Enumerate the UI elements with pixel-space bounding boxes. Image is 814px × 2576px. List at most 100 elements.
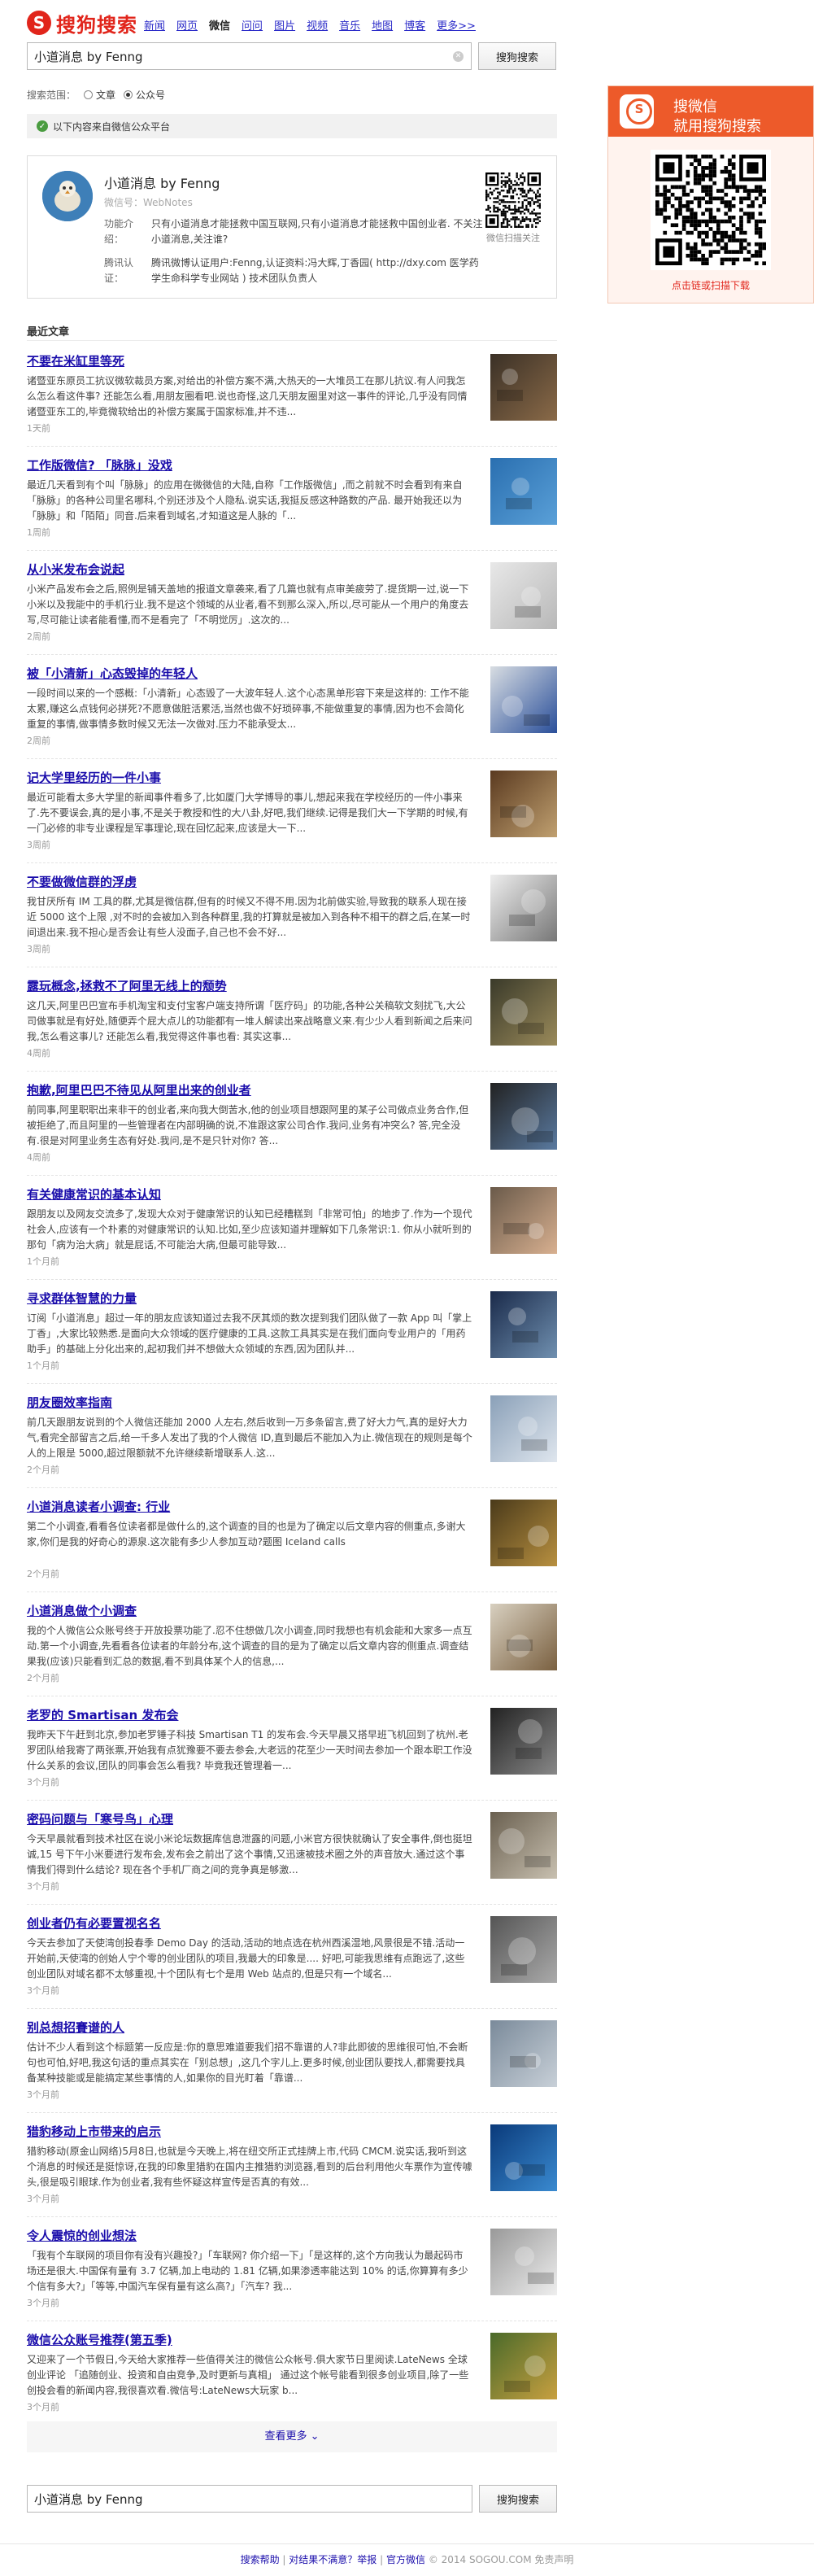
nav-item-1[interactable]: 网页 bbox=[176, 17, 198, 33]
promo-line1: 搜微信 bbox=[673, 98, 717, 116]
result-snippet: 我甘厌所有 IM 工具的群,尤其是微信群,但有的时候又不得不用.因为北前做实验,… bbox=[27, 896, 471, 938]
account-id: 微信号：WebNotes bbox=[104, 197, 193, 208]
account-name[interactable]: 小道消息 by Fenng bbox=[104, 172, 220, 192]
sogou-logo[interactable]: S 搜狗搜索 bbox=[27, 10, 137, 37]
scope-article-label: 文章 bbox=[96, 90, 116, 101]
result-thumbnail[interactable] bbox=[490, 562, 557, 629]
result-title-link[interactable]: 令人震惊的创业想法 bbox=[27, 2227, 466, 2244]
result-title-link[interactable]: 被「小清新」心态毁掉的年轻人 bbox=[27, 665, 466, 682]
result-title-link[interactable]: 猎豹移动上市带来的启示 bbox=[27, 2123, 466, 2140]
result-thumbnail[interactable] bbox=[490, 666, 557, 733]
result-thumbnail[interactable] bbox=[490, 1500, 557, 1566]
result-item: 小道消息做个小调查 我的个人微信公众账号终于开放投票功能了.忍不住想做几次小调查,… bbox=[27, 1592, 557, 1696]
result-item: 老罗的 Smartisan 发布会我昨天下午赶到北京,参加老罗锤子科技 Smar… bbox=[27, 1696, 557, 1801]
search-form-top: ✕ 搜狗搜索 bbox=[27, 42, 557, 70]
load-more-button[interactable]: 查看更多 ⌄ bbox=[27, 2421, 557, 2452]
result-title-link[interactable]: 微信公众账号推荐(第五季) bbox=[27, 2331, 466, 2348]
clear-icon[interactable]: ✕ bbox=[453, 51, 464, 62]
result-title-link[interactable]: 从小米发布会说起 bbox=[27, 561, 466, 578]
promo-caption[interactable]: 点击链或扫描下载 bbox=[608, 278, 813, 292]
result-title-link[interactable]: 小道消息做个小调查 bbox=[27, 1602, 466, 1619]
logo-text: 搜狗搜索 bbox=[56, 13, 137, 37]
result-item: 令人震惊的创业想法「我有个车联网的项目你有没有兴趣投?」「车联网? 你介绍一下」… bbox=[27, 2217, 557, 2321]
result-title-link[interactable]: 有关健康常识的基本认知 bbox=[27, 1185, 466, 1203]
sogou-app-icon bbox=[620, 94, 654, 129]
result-snippet: 诸暨亚东原员工抗议微软裁员方案,对给出的补偿方案不满,大热天的一大堆员工在那儿抗… bbox=[27, 375, 468, 417]
result-title-link[interactable]: 老罗的 Smartisan 发布会 bbox=[27, 1706, 466, 1723]
footer-feedback-link[interactable]: 对结果不满意？举报 bbox=[289, 2554, 377, 2565]
result-title-link[interactable]: 密码问题与「寒号鸟」心理 bbox=[27, 1810, 466, 1827]
result-thumbnail[interactable] bbox=[490, 1291, 557, 1358]
nav-item-9[interactable]: 更多>> bbox=[437, 17, 476, 33]
result-title-link[interactable]: 工作版微信? 「脉脉」没戏 bbox=[27, 456, 466, 474]
result-time: 1天前 bbox=[27, 423, 50, 434]
result-title-link[interactable]: 别总想招賽谱的人 bbox=[27, 2019, 466, 2036]
result-title-link[interactable]: 寻求群体智慧的力量 bbox=[27, 1290, 466, 1307]
download-promo[interactable]: 搜微信 就用搜狗搜索 点击链或扫描下载 bbox=[607, 85, 814, 303]
result-snippet: 订阅「小道消息」超过一年的朋友应该知道过去我不厌其烦的数次提到我们团队做了一款 … bbox=[27, 1312, 472, 1355]
divider bbox=[27, 340, 557, 341]
footer-help-link[interactable]: 搜索帮助 bbox=[241, 2554, 280, 2565]
scope-option-article[interactable]: 文章 bbox=[84, 88, 115, 102]
search-input-bottom[interactable] bbox=[28, 2486, 472, 2512]
result-thumbnail[interactable] bbox=[490, 1916, 557, 1983]
result-snippet: 「我有个车联网的项目你有没有兴趣投?」「车联网? 你介绍一下」「是这样的,这个方… bbox=[27, 2250, 468, 2292]
result-title-link[interactable]: 抱歉,阿里巴巴不待见从阿里出来的创业者 bbox=[27, 1081, 466, 1098]
nav-item-5[interactable]: 视频 bbox=[307, 17, 328, 33]
result-title-link[interactable]: 不要在米缸里等死 bbox=[27, 352, 466, 369]
result-title-link[interactable]: 不要做微信群的浮虏 bbox=[27, 873, 466, 890]
result-thumbnail[interactable] bbox=[490, 979, 557, 1046]
result-item: 露玩概念,拯救不了阿里无线上的颓势 这几天,阿里巴巴宣布手机淘宝和支付宝客户端支持… bbox=[27, 967, 557, 1072]
result-snippet: 跟朋友以及网友交流多了,发现大众对于健康常识的认知已经糟糕到「非常可怕」的地步了… bbox=[27, 1208, 472, 1251]
result-thumbnail[interactable] bbox=[490, 354, 557, 421]
wechat-icon: ✓ bbox=[37, 120, 48, 132]
account-card: 小道消息 by Fenng 微信号：WebNotes 功能介绍： 只有小道消息才… bbox=[27, 155, 557, 299]
result-snippet: 今天早晨就看到技术社区在说小米论坛数据库信息泄露的问题,小米官方很快就确认了安全… bbox=[27, 1833, 472, 1875]
result-thumbnail[interactable] bbox=[490, 771, 557, 837]
search-button-bottom[interactable]: 搜狗搜索 bbox=[479, 2485, 557, 2513]
nav-item-7[interactable]: 地图 bbox=[372, 17, 393, 33]
sogou-logo-icon: S bbox=[27, 11, 51, 35]
result-title-link[interactable]: 小道消息读者小调查: 行业 bbox=[27, 1498, 466, 1515]
nav-item-8[interactable]: 博客 bbox=[404, 17, 425, 33]
search-input[interactable] bbox=[28, 43, 471, 69]
footer-disclaimer[interactable]: 免责声明 bbox=[534, 2554, 573, 2565]
search-scope: 搜索范围： 文章 公众号 bbox=[27, 88, 165, 102]
nav-item-6[interactable]: 音乐 bbox=[339, 17, 360, 33]
radio-selected-icon bbox=[124, 90, 133, 99]
result-thumbnail[interactable] bbox=[490, 2229, 557, 2295]
scope-option-account[interactable]: 公众号 bbox=[124, 88, 165, 102]
result-thumbnail[interactable] bbox=[490, 1708, 557, 1775]
footer-copyright: © 2014 SOGOU.COM bbox=[428, 2554, 532, 2565]
result-thumbnail[interactable] bbox=[490, 1083, 557, 1150]
result-title-link[interactable]: 露玩概念,拯救不了阿里无线上的颓势 bbox=[27, 977, 466, 994]
result-thumbnail[interactable] bbox=[490, 1187, 557, 1254]
result-thumbnail[interactable] bbox=[490, 1604, 557, 1670]
result-title-link[interactable]: 记大学里经历的一件小事 bbox=[27, 769, 466, 786]
result-item: 密码问题与「寒号鸟」心理今天早晨就看到技术社区在说小米论坛数据库信息泄露的问题,… bbox=[27, 1801, 557, 1905]
nav-item-3[interactable]: 问问 bbox=[242, 17, 263, 33]
result-item: 别总想招賽谱的人 估计不少人看到这个标题第一反应是:你的意思难道要我们招不靠谱的人… bbox=[27, 2009, 557, 2113]
nav-item-0[interactable]: 新闻 bbox=[144, 17, 165, 33]
result-snippet: 前同事,阿里职职出来非干的创业者,来向我大倒苦水,他的创业项目想跟阿里的某子公司… bbox=[27, 1104, 469, 1146]
result-thumbnail[interactable] bbox=[490, 875, 557, 941]
load-more-label: 查看更多 bbox=[264, 2430, 307, 2443]
result-item: 有关健康常识的基本认知跟朋友以及网友交流多了,发现大众对于健康常识的认知已经糟糕… bbox=[27, 1176, 557, 1280]
result-thumbnail[interactable] bbox=[490, 2333, 557, 2399]
result-time: 2个月前 bbox=[27, 1673, 59, 1683]
result-item: 记大学里经历的一件小事 最近可能看太多大学里的新闻事件看多了,比如厦门大学博导的事… bbox=[27, 759, 557, 863]
result-thumbnail[interactable] bbox=[490, 1812, 557, 1879]
footer-official-link[interactable]: 官方微信 bbox=[386, 2554, 425, 2565]
result-thumbnail[interactable] bbox=[490, 1395, 557, 1462]
search-button[interactable]: 搜狗搜索 bbox=[478, 42, 556, 70]
result-thumbnail[interactable] bbox=[490, 2020, 557, 2087]
account-avatar[interactable] bbox=[42, 171, 93, 221]
result-title-link[interactable]: 朋友圈效率指南 bbox=[27, 1394, 466, 1411]
nav-item-4[interactable]: 图片 bbox=[274, 17, 295, 33]
result-snippet: 我昨天下午赶到北京,参加老罗锤子科技 Smartisan T1 的发布会.今天早… bbox=[27, 1729, 472, 1771]
result-title-link[interactable]: 创业者仍有必要置视名名 bbox=[27, 1915, 466, 1932]
result-thumbnail[interactable] bbox=[490, 2124, 557, 2191]
result-thumbnail[interactable] bbox=[490, 458, 557, 525]
nav-item-2[interactable]: 微信 bbox=[209, 17, 230, 33]
result-time: 3个月前 bbox=[27, 2194, 59, 2204]
